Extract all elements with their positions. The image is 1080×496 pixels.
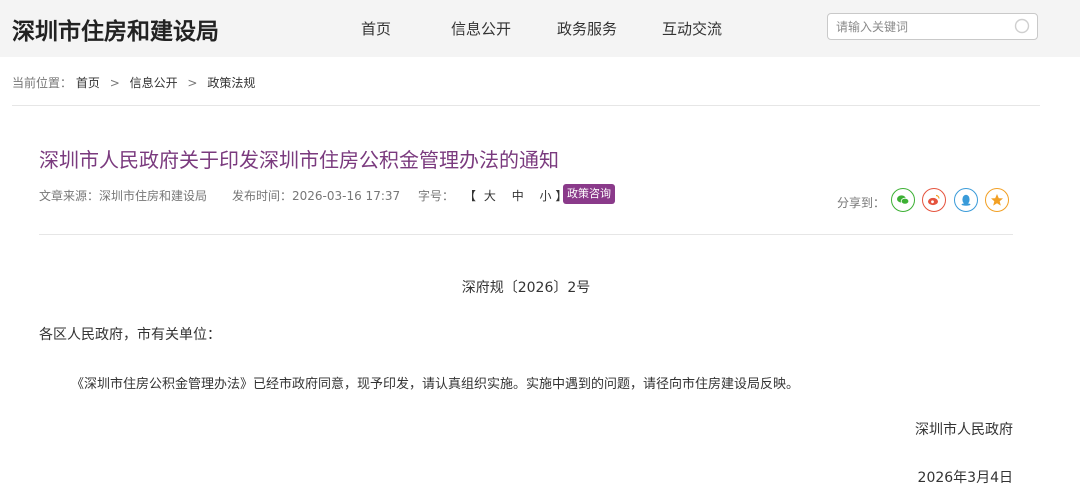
site-title[interactable]: 深圳市住房和建设局 — [12, 12, 219, 46]
document-date: 2026年3月4日 — [917, 470, 1013, 486]
font-size-control: 【 大 中 小 】 — [464, 187, 567, 204]
wechat-icon[interactable] — [891, 188, 915, 212]
search-box — [827, 13, 1038, 40]
document-number: 深府规〔2026〕2号 — [461, 280, 591, 296]
nav-interaction[interactable]: 互动交流 — [662, 18, 722, 39]
breadcrumb-separator: > — [187, 76, 198, 90]
breadcrumb-info-disclosure[interactable]: 信息公开 — [130, 76, 178, 90]
publish-time: 发布时间：2026-03-16 17:37 — [232, 189, 401, 203]
weibo-icon[interactable] — [922, 188, 946, 212]
article-source: 文章来源：深圳市住房和建设局 — [39, 189, 208, 203]
breadcrumb-separator: > — [109, 76, 120, 90]
article-title: 深圳市人民政府关于印发深圳市住房公积金管理办法的通知 — [39, 148, 559, 172]
share-label: 分享到： — [837, 196, 886, 210]
nav-gov-services[interactable]: 政务服务 — [557, 18, 617, 39]
body-paragraph: 《深圳市住房公积金管理办法》已经市政府同意，现予印发，请认真组织实施。实施中遇到… — [71, 377, 800, 392]
nav-info-disclosure[interactable]: 信息公开 — [451, 18, 511, 39]
qzone-icon[interactable] — [985, 188, 1009, 212]
font-size-large[interactable]: 大 — [484, 189, 496, 203]
search-icon[interactable] — [1014, 18, 1031, 35]
nav-home[interactable]: 首页 — [361, 18, 391, 39]
divider — [12, 105, 1040, 106]
divider — [39, 234, 1013, 235]
search-input[interactable] — [836, 18, 1006, 36]
font-size-medium[interactable]: 中 — [512, 189, 524, 203]
signer: 深圳市人民政府 — [915, 422, 1013, 438]
breadcrumb-home[interactable]: 首页 — [76, 76, 100, 90]
breadcrumb-label: 当前位置： — [12, 76, 73, 90]
breadcrumb-policy[interactable]: 政策法规 — [207, 76, 255, 90]
font-size-label: 字号： — [418, 189, 455, 203]
bracket-open: 【 — [464, 189, 477, 203]
breadcrumb: 当前位置： 首页 > 信息公开 > 政策法规 — [12, 74, 255, 91]
font-size-small[interactable]: 小 — [540, 189, 552, 203]
salutation: 各区人民政府，市有关单位： — [39, 327, 221, 343]
category-badge[interactable]: 政策咨询 — [563, 184, 615, 204]
site-header: 深圳市住房和建设局 首页 信息公开 政务服务 互动交流 — [0, 0, 1080, 57]
qq-icon[interactable] — [954, 188, 978, 212]
